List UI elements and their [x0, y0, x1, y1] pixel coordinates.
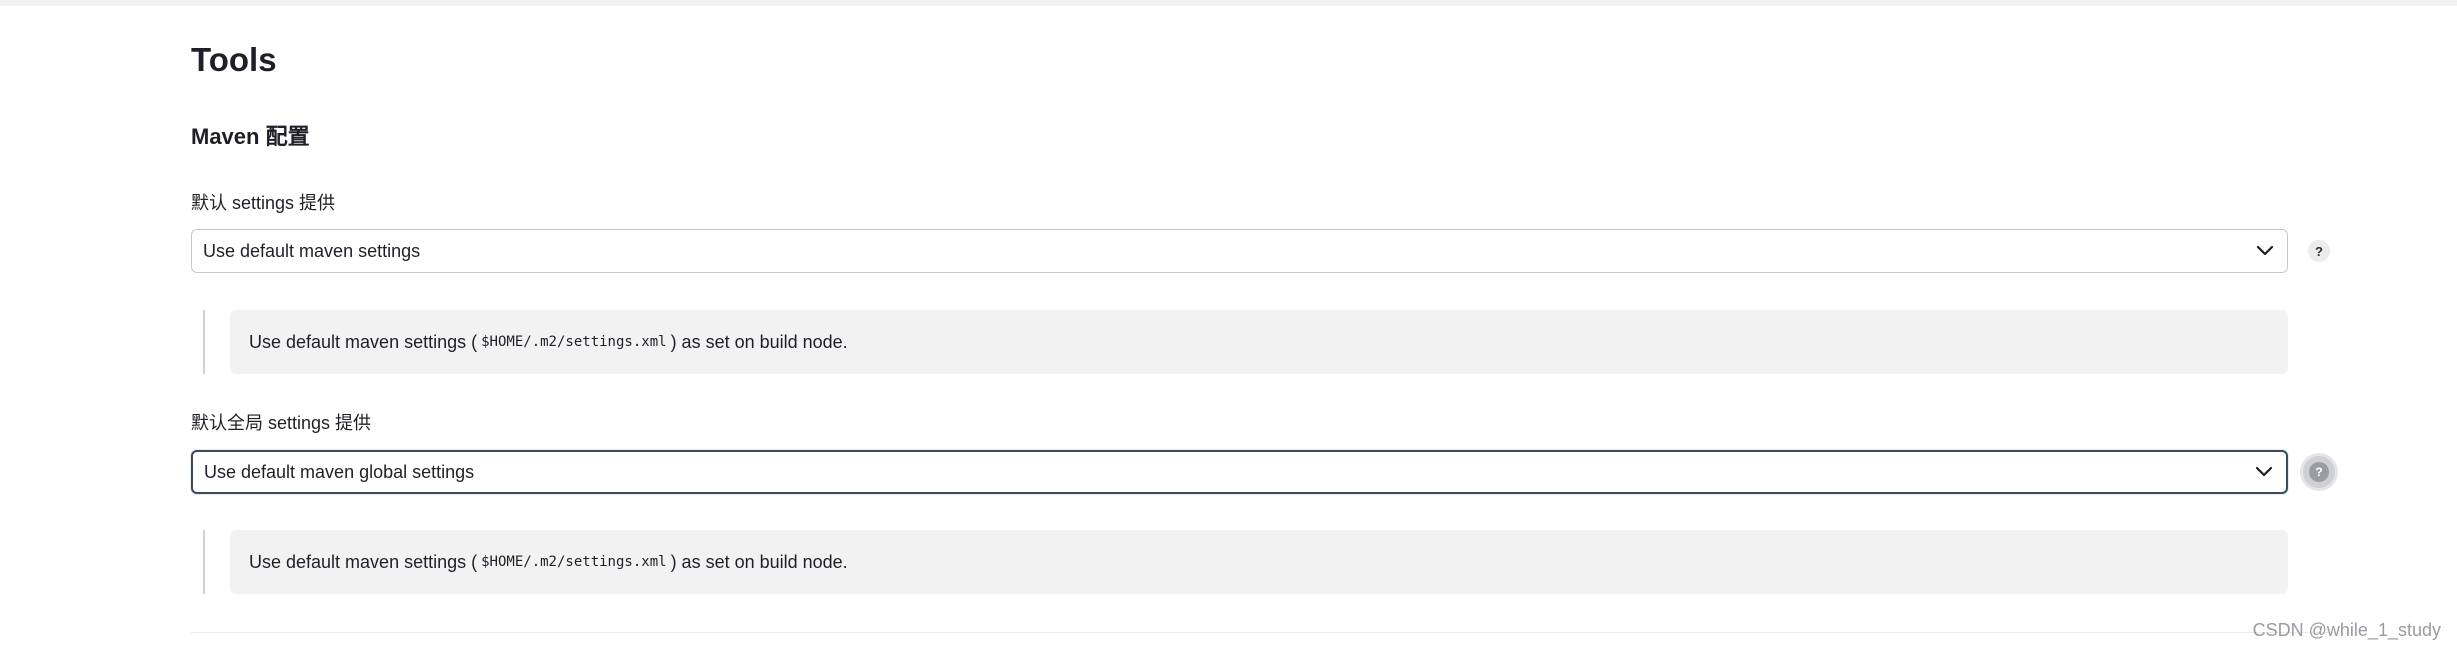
question-mark-icon: ? [2309, 462, 2329, 482]
settings-provider-select[interactable]: Use default maven settings [191, 229, 2288, 273]
watermark: CSDN @while_1_study [2252, 620, 2441, 640]
description-accent-bar [203, 310, 205, 374]
description-prefix: Use default maven settings ( [249, 551, 478, 572]
global-settings-provider-description-text: Use default maven settings ( $HOME/.m2/s… [230, 530, 2288, 594]
section-divider [191, 632, 2336, 633]
chevron-down-icon [2255, 241, 2275, 261]
description-suffix: ) as set on build node. [670, 331, 848, 352]
page-title: Tools [191, 41, 277, 78]
settings-path-code: $HOME/.m2/settings.xml [481, 554, 667, 570]
settings-provider-description: Use default maven settings ( $HOME/.m2/s… [203, 310, 2288, 374]
settings-provider-selected-value: Use default maven settings [203, 240, 421, 261]
settings-provider-label: 默认 settings 提供 [191, 193, 336, 213]
global-settings-provider-selected-value: Use default maven global settings [204, 461, 475, 482]
global-settings-provider-select[interactable]: Use default maven global settings [191, 450, 2288, 494]
tools-config-section: Tools Maven 配置 默认 settings 提供 Use defaul… [191, 0, 2336, 651]
settings-path-code: $HOME/.m2/settings.xml [481, 334, 667, 350]
description-accent-bar [203, 530, 205, 594]
global-settings-provider-help-button[interactable]: ? [2303, 456, 2335, 488]
global-settings-provider-label: 默认全局 settings 提供 [191, 413, 372, 433]
settings-provider-description-text: Use default maven settings ( $HOME/.m2/s… [230, 310, 2288, 374]
description-prefix: Use default maven settings ( [249, 331, 478, 352]
settings-provider-help-button[interactable]: ? [2308, 240, 2330, 262]
maven-config-heading: Maven 配置 [191, 124, 310, 149]
global-settings-provider-description: Use default maven settings ( $HOME/.m2/s… [203, 530, 2288, 594]
chevron-down-icon [2254, 462, 2274, 482]
description-suffix: ) as set on build node. [670, 551, 848, 572]
question-mark-icon: ? [2315, 243, 2323, 259]
